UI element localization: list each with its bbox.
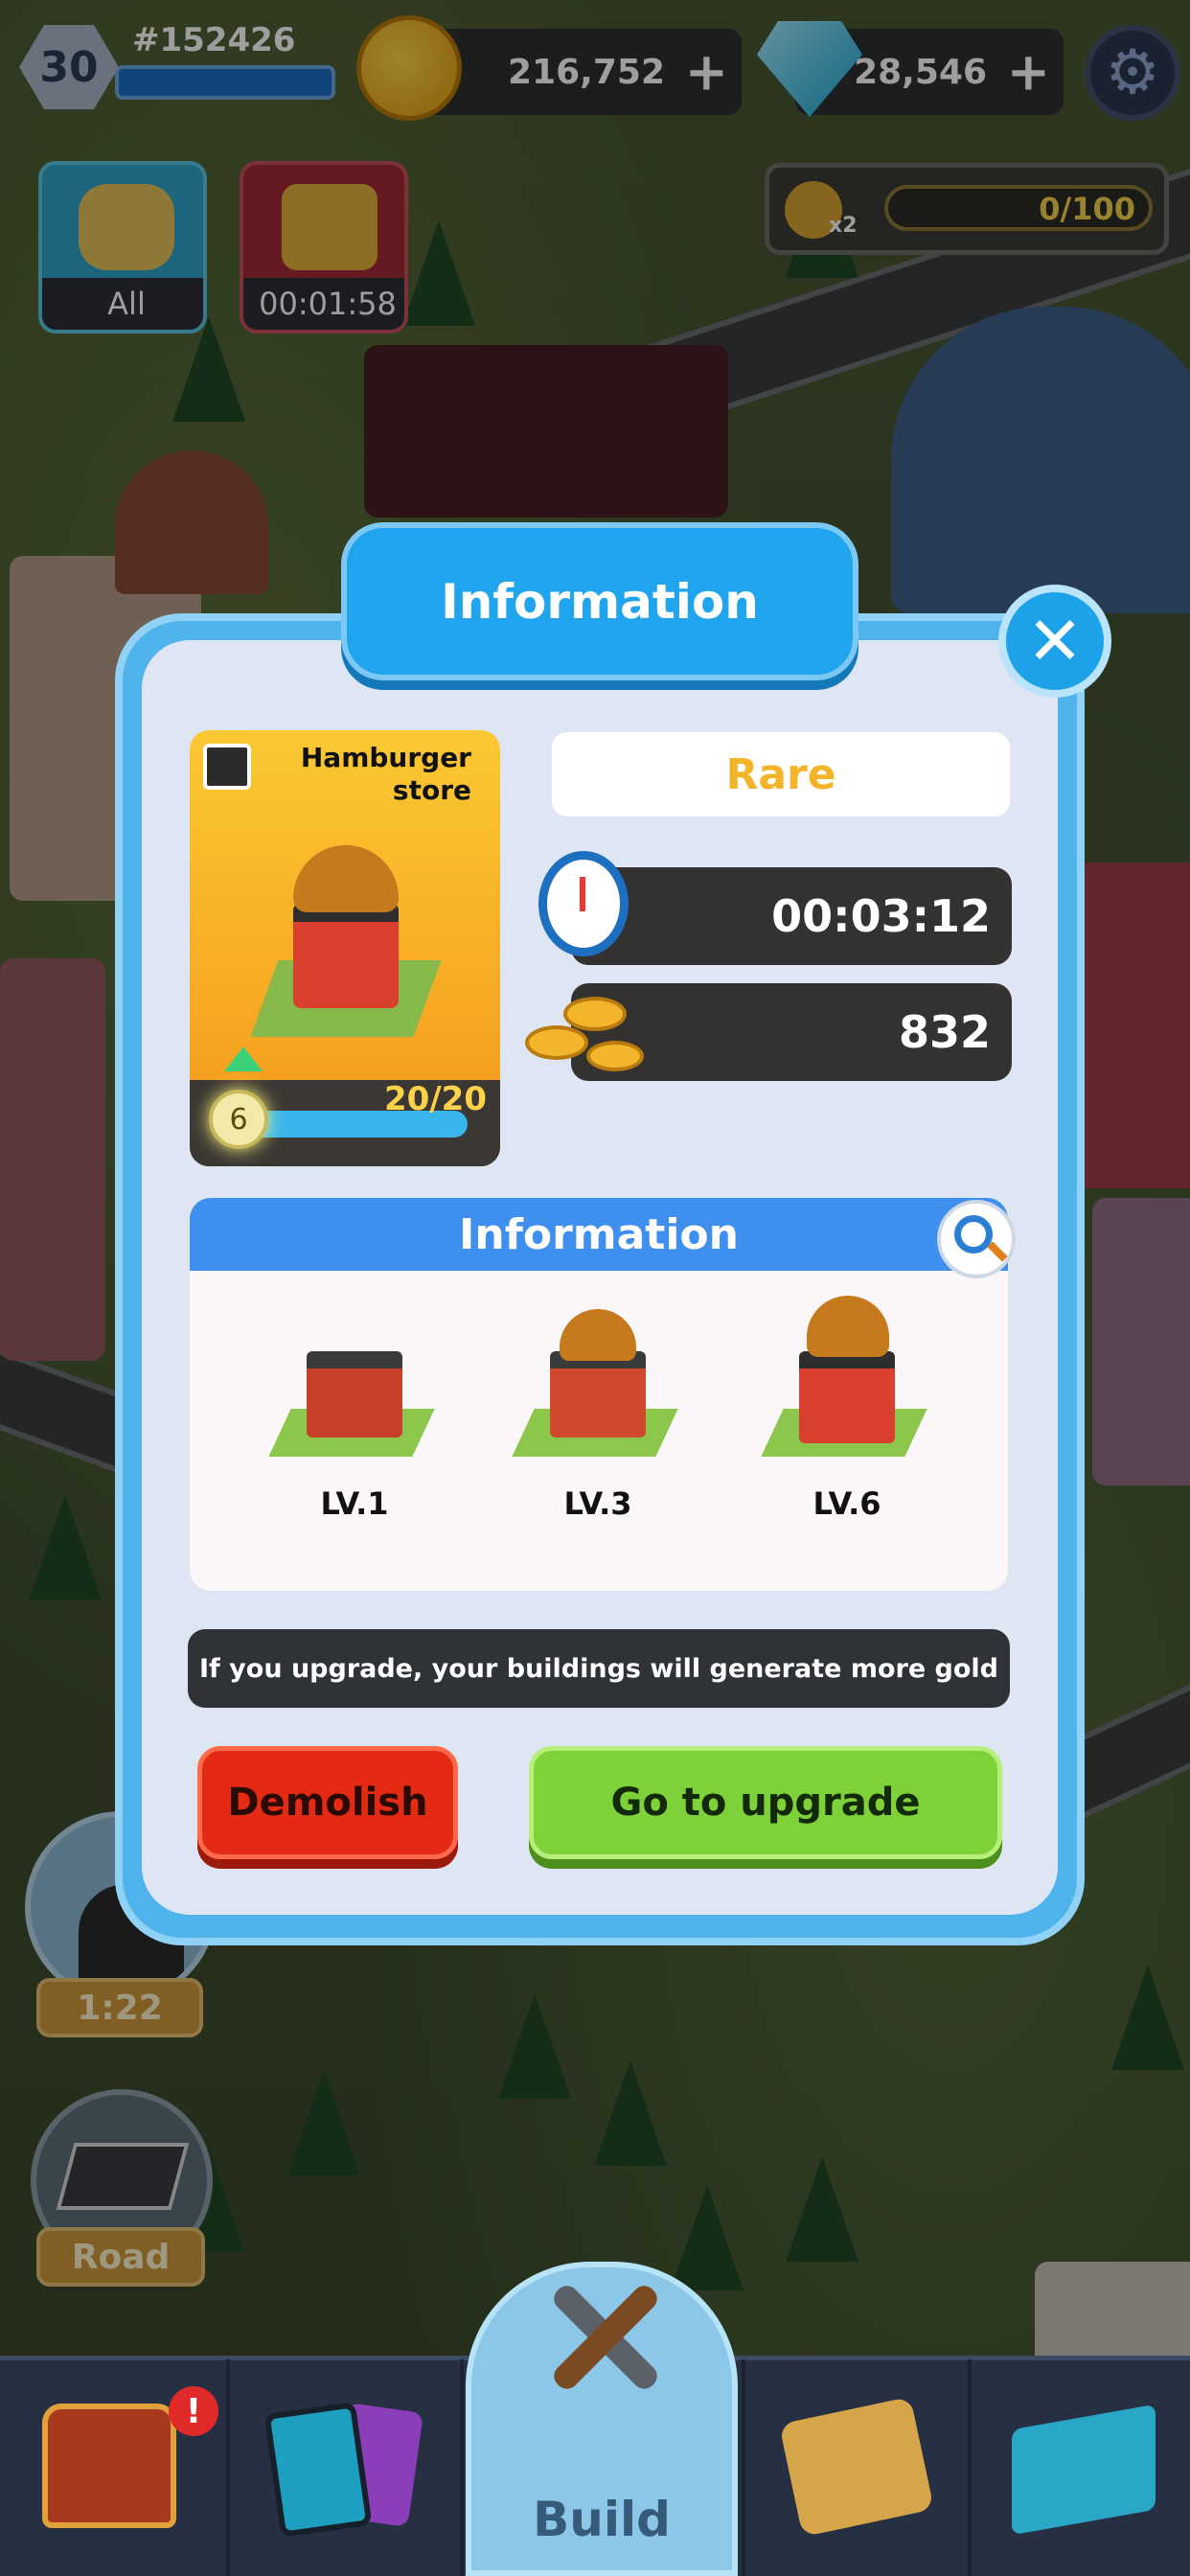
coin-stack-icon [525,987,648,1083]
close-icon[interactable]: ✕ [998,585,1111,698]
level-preview-panel: Information LV.1 LV.3 LV.6 [190,1198,1008,1591]
build-label: Build [533,2492,671,2547]
cards-icon [263,2401,373,2539]
level-up-arrow-icon [224,1046,263,1071]
nav-world-map[interactable] [973,2359,1190,2576]
world-map-icon [1012,2404,1156,2536]
upgrade-tip: If you upgrade, your buildings will gene… [188,1629,1010,1708]
build-time-value: 00:03:12 [771,890,991,942]
treasure-chest-icon [42,2404,176,2528]
gold-output-value: 832 [898,1006,991,1058]
nav-quest-scroll[interactable] [742,2359,972,2576]
level-1-building-icon [268,1313,441,1476]
build-time-panel: 00:03:12 [571,867,1012,965]
nav-cards[interactable] [234,2359,464,2576]
modal-title: Information [341,522,858,680]
building-card[interactable]: Hamburger store 20/20 6 [190,730,500,1166]
hamburger-store-icon [245,845,442,1037]
demolish-button[interactable]: Demolish [197,1746,458,1859]
stopwatch-icon [538,851,629,956]
building-level-badge: 6 [209,1090,268,1149]
building-count: 20/20 [383,1080,487,1118]
building-category-icon [203,744,251,790]
level-6-building-icon [761,1286,933,1478]
scroll-map-icon [779,2396,934,2538]
level-3-label: LV.3 [563,1485,632,1522]
level-6-label: LV.6 [812,1485,881,1522]
alert-badge: ! [169,2386,218,2436]
level-1-label: LV.1 [320,1485,389,1522]
building-name: Hamburger store [300,742,471,806]
magnify-search-icon[interactable] [937,1200,1016,1278]
level-3-building-icon [512,1294,684,1476]
nav-treasure-chest[interactable]: ! [0,2359,230,2576]
rarity-label: Rare [552,732,1010,816]
go-to-upgrade-button[interactable]: Go to upgrade [529,1746,1002,1859]
level-preview-header: Information [190,1198,1008,1271]
